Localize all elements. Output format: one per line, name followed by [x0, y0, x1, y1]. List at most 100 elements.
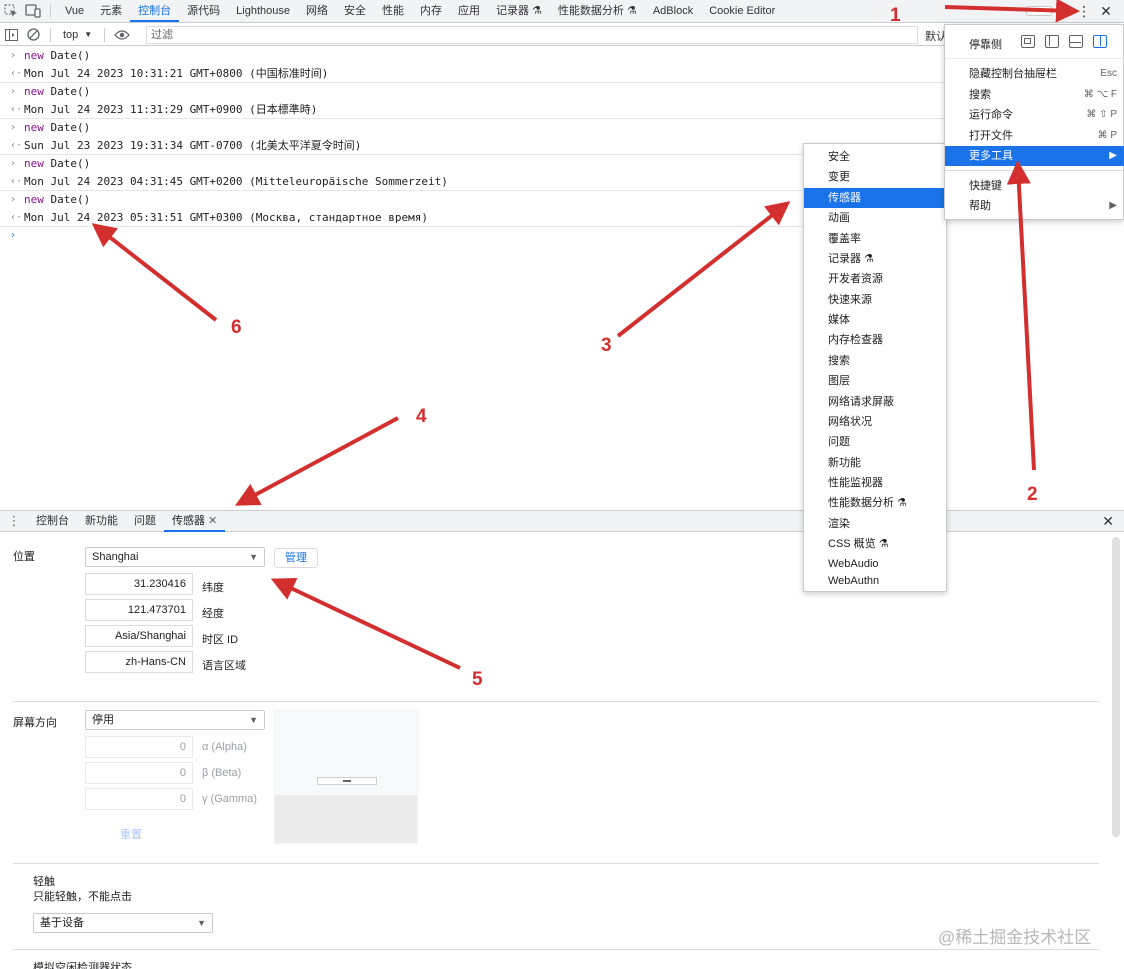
orientation-preview[interactable]: [274, 710, 418, 844]
touch-description: 只能轻触，不能点击: [33, 891, 132, 903]
top-tab[interactable]: Lighthouse: [228, 0, 298, 22]
latitude-input[interactable]: 31.230416: [85, 573, 193, 595]
input-prompt-icon: ›: [10, 86, 17, 97]
more-tools-item[interactable]: 动画: [804, 208, 946, 228]
top-tab[interactable]: Cookie Editor: [701, 0, 783, 22]
menu-shortcut: ⌘ ⌥ F: [1083, 89, 1117, 100]
drawer-tab[interactable]: 问题: [126, 511, 164, 532]
top-tab[interactable]: 源代码: [179, 0, 228, 22]
issues-badge[interactable]: [1026, 6, 1052, 16]
top-tab[interactable]: Vue: [57, 0, 92, 22]
more-tools-item[interactable]: 覆盖率: [804, 229, 946, 249]
more-tools-item[interactable]: 新功能: [804, 453, 946, 473]
console-result-line: ‹· Mon Jul 24 2023 11:31:29 GMT+0900 (日本標…: [0, 101, 944, 119]
more-tools-item[interactable]: 变更: [804, 167, 946, 187]
more-tools-item[interactable]: 安全: [804, 147, 946, 167]
menu-item-label: 搜索: [969, 89, 991, 101]
more-tools-item[interactable]: 媒体: [804, 310, 946, 330]
dock-bottom-icon[interactable]: [1069, 35, 1083, 48]
more-tools-item[interactable]: 图层: [804, 371, 946, 391]
main-menu-item[interactable]: 帮助 ▶: [945, 196, 1124, 216]
manage-locations-button[interactable]: 管理: [274, 548, 318, 568]
top-tab[interactable]: 安全: [336, 0, 374, 22]
dock-left-icon[interactable]: [1045, 35, 1059, 48]
gamma-input[interactable]: 0: [85, 788, 193, 810]
console-input-line: › new Date(): [0, 47, 944, 65]
more-tools-item[interactable]: 传感器: [804, 188, 946, 208]
top-tab[interactable]: 内存: [412, 0, 450, 22]
toolbar-divider: [104, 27, 106, 42]
more-tools-item[interactable]: 性能监视器: [804, 473, 946, 493]
more-tools-item[interactable]: 快速来源: [804, 290, 946, 310]
alpha-input[interactable]: 0: [85, 736, 193, 758]
top-tab[interactable]: 应用: [450, 0, 488, 22]
close-tab-icon[interactable]: ✕: [205, 515, 217, 527]
top-tab[interactable]: 性能数据分析 ⚗: [550, 0, 645, 22]
orientation-label: 屏幕方向: [13, 717, 57, 729]
close-devtools-icon[interactable]: ✕: [1098, 0, 1114, 22]
top-tab[interactable]: 控制台: [130, 0, 180, 22]
keyword: new: [24, 121, 44, 134]
clear-console-icon[interactable]: [22, 24, 44, 46]
locale-input[interactable]: zh-Hans-CN: [85, 651, 193, 673]
more-tools-item[interactable]: CSS 概览 ⚗: [804, 534, 946, 554]
dock-side-row: 停靠侧: [945, 25, 1124, 59]
top-tab[interactable]: 记录器 ⚗: [488, 0, 550, 22]
main-menu-item[interactable]: 搜索 ⌘ ⌥ F: [945, 85, 1124, 105]
more-tools-item[interactable]: 开发者资源: [804, 269, 946, 289]
main-menu-item[interactable]: 打开文件 ⌘ P: [945, 126, 1124, 146]
longitude-input[interactable]: 121.473701: [85, 599, 193, 621]
close-drawer-icon[interactable]: ✕: [1102, 513, 1114, 530]
console-filter-input[interactable]: 过滤: [146, 26, 918, 44]
inspect-element-icon[interactable]: [0, 0, 22, 22]
drawer-menu-icon[interactable]: ⋮: [0, 513, 28, 529]
more-tools-item[interactable]: 渲染: [804, 514, 946, 534]
orientation-select[interactable]: 停用 ▼: [85, 710, 265, 730]
timezone-label: 时区 ID: [202, 634, 239, 646]
console-result-text: Mon Jul 24 2023 10:31:21 GMT+0800 (中国标准时…: [24, 67, 329, 80]
more-tools-item[interactable]: 问题: [804, 432, 946, 452]
result-arrow-icon: ‹·: [10, 140, 23, 151]
more-tools-item[interactable]: 搜索: [804, 351, 946, 371]
context-selector[interactable]: top ▼: [57, 29, 98, 41]
top-tab[interactable]: 性能: [374, 0, 412, 22]
device-model: [317, 777, 377, 785]
more-tools-item[interactable]: 内存检查器: [804, 330, 946, 350]
top-tab[interactable]: AdBlock: [645, 0, 701, 22]
result-arrow-icon: ‹·: [10, 68, 23, 79]
more-tools-item[interactable]: WebAuthn: [804, 571, 946, 591]
drawer-tab[interactable]: 传感器 ✕: [164, 511, 226, 532]
menu-item-label: 打开文件: [969, 130, 1013, 142]
more-tools-item[interactable]: 网络请求屏蔽: [804, 392, 946, 412]
drawer-tab[interactable]: 控制台: [28, 511, 77, 532]
input-prompt-icon: ›: [10, 194, 17, 205]
reset-orientation-button[interactable]: 重置: [120, 826, 142, 842]
beta-input[interactable]: 0: [85, 762, 193, 784]
sensors-scrollbar[interactable]: [1112, 537, 1120, 837]
top-tab[interactable]: 元素: [92, 0, 130, 22]
latitude-label: 纬度: [202, 582, 224, 594]
more-tools-item[interactable]: 性能数据分析 ⚗: [804, 493, 946, 513]
top-tab[interactable]: 网络: [298, 0, 336, 22]
device-toolbar-icon[interactable]: [22, 0, 44, 22]
main-menu-item[interactable]: 更多工具 ▶: [945, 146, 1124, 166]
location-select[interactable]: Shanghai ▼: [85, 547, 265, 567]
more-tools-item[interactable]: 网络状况: [804, 412, 946, 432]
touch-select[interactable]: 基于设备 ▼: [33, 913, 213, 933]
more-options-icon[interactable]: ⋮: [1076, 0, 1092, 22]
gamma-label: γ (Gamma): [202, 793, 257, 805]
dock-right-icon[interactable]: [1093, 35, 1107, 48]
menu-item-label: 快捷键: [969, 180, 1002, 192]
drawer-tab[interactable]: 新功能: [77, 511, 126, 532]
undock-icon[interactable]: [1021, 35, 1035, 48]
alpha-label: α (Alpha): [202, 741, 247, 753]
main-menu-item[interactable]: 隐藏控制台抽屉栏 Esc: [945, 64, 1124, 84]
live-expression-eye-icon[interactable]: [111, 24, 133, 46]
menu-shortcut: Esc: [1100, 68, 1117, 79]
console-input-line: › new Date(): [0, 83, 944, 101]
more-tools-item[interactable]: 记录器 ⚗: [804, 249, 946, 269]
timezone-input[interactable]: Asia/Shanghai: [85, 625, 193, 647]
sidebar-toggle-icon[interactable]: [0, 24, 22, 46]
main-menu-item[interactable]: 快捷键: [945, 176, 1124, 196]
main-menu-item[interactable]: 运行命令 ⌘ ⇧ P: [945, 105, 1124, 125]
